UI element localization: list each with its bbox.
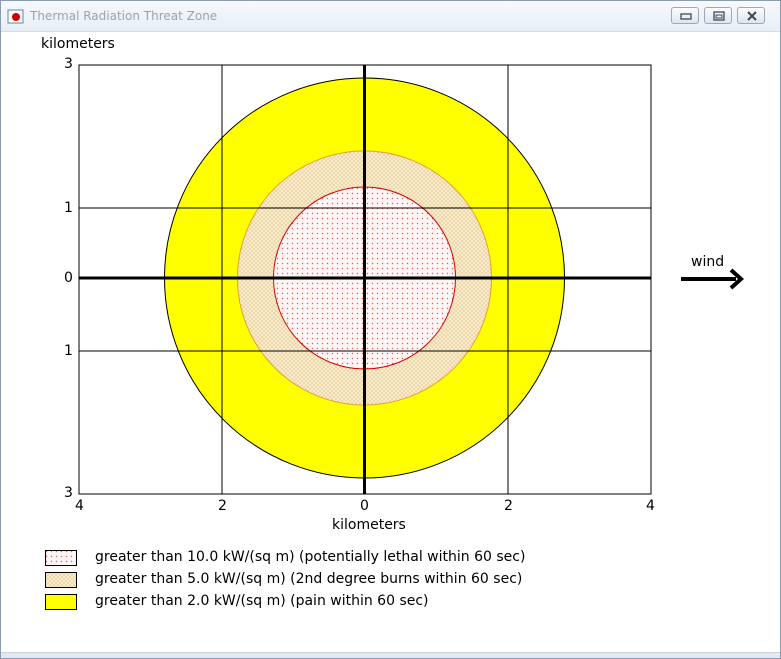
y-tick-label: 0 <box>64 270 73 286</box>
legend-swatch <box>45 550 77 566</box>
threat-zone-plot <box>78 64 744 495</box>
x-tick-label: 2 <box>218 498 227 514</box>
app-window: Thermal Radiation Threat Zone kilometers <box>0 0 781 659</box>
legend-label: greater than 2.0 kW/(sq m) (pain within … <box>95 593 429 609</box>
x-tick-label: 2 <box>504 498 513 514</box>
legend-label: greater than 5.0 kW/(sq m) (2nd degree b… <box>95 571 523 587</box>
x-tick-label: 0 <box>360 498 369 514</box>
window-content: kilometers 3 1 0 1 3 4 2 0 2 4 kilometer… <box>1 32 780 658</box>
maximize-icon <box>713 11 725 21</box>
x-tick-label: 4 <box>75 498 84 514</box>
wind-arrow-icon <box>681 268 744 290</box>
window-title: Thermal Radiation Threat Zone <box>30 9 218 23</box>
y-tick-label: 3 <box>64 56 73 72</box>
app-icon <box>7 9 24 24</box>
legend-swatch <box>45 594 77 610</box>
y-tick-label: 1 <box>64 343 73 359</box>
y-tick-label: 1 <box>64 200 73 216</box>
legend-swatch <box>45 572 77 588</box>
minimize-button[interactable] <box>671 7 699 24</box>
x-axis-label: kilometers <box>332 517 406 533</box>
legend-label: greater than 10.0 kW/(sq m) (potentially… <box>95 549 526 565</box>
close-button[interactable] <box>737 7 765 24</box>
x-tick-label: 4 <box>646 498 655 514</box>
title-bar[interactable]: Thermal Radiation Threat Zone <box>1 1 780 32</box>
wind-label: wind <box>691 254 725 270</box>
minimize-icon <box>680 13 692 20</box>
y-tick-label: 3 <box>64 485 73 501</box>
window-bottom-border <box>1 652 780 658</box>
close-icon <box>747 11 757 21</box>
maximize-button[interactable] <box>704 7 732 24</box>
